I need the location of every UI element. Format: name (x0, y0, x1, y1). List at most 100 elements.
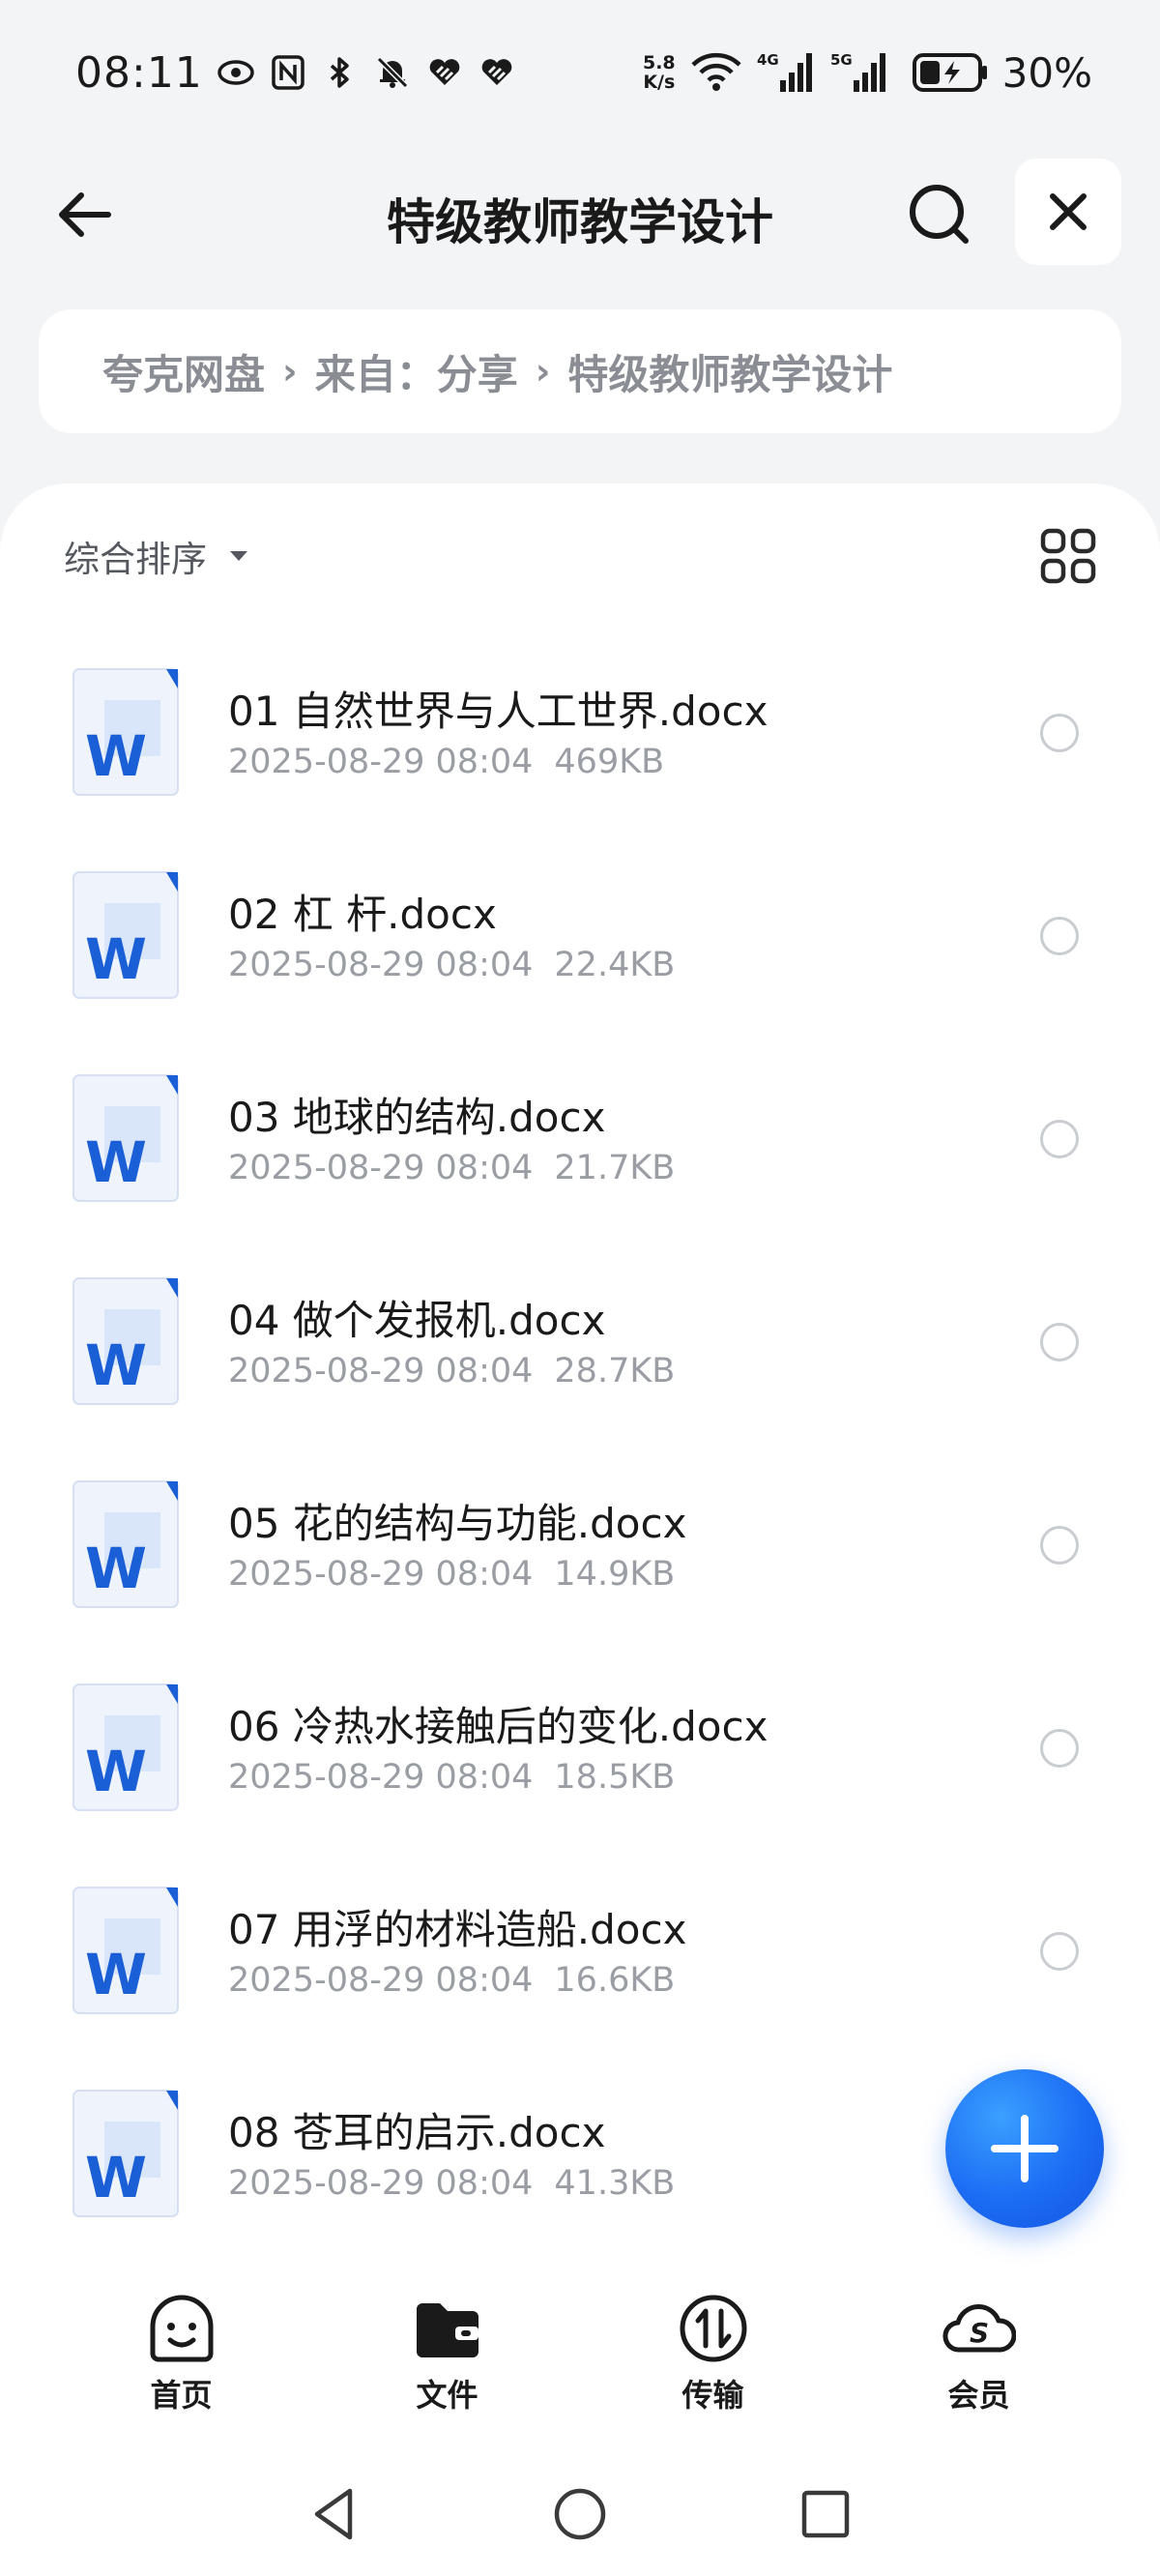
file-meta: 2025-08-29 08:04 14.9KB (228, 1555, 675, 1594)
file-meta: 2025-08-29 08:04 469KB (228, 743, 664, 781)
word-document-icon: W (72, 2090, 179, 2217)
status-left: 08:11 (75, 48, 516, 98)
file-size: 21.7KB (554, 1149, 676, 1187)
svg-text:W: W (85, 2145, 147, 2210)
file-row[interactable]: W 02 杠 杆.docx 2025-08-29 08:04 22.4KB (0, 861, 1160, 1064)
select-radio[interactable] (1040, 714, 1079, 752)
select-radio[interactable] (1040, 1729, 1079, 1768)
status-bar: 08:11 5.8 K/s 4G 5G 30% (75, 39, 1092, 106)
file-name: 03 地球的结构.docx (228, 1094, 606, 1141)
close-button[interactable] (1015, 159, 1121, 265)
file-name: 01 自然世界与人工世界.docx (228, 688, 768, 735)
file-meta: 2025-08-29 08:04 22.4KB (228, 946, 675, 984)
breadcrumb-item-current-folder[interactable]: 特级教师教学设计 (567, 342, 892, 401)
nav-label-files: 文件 (416, 2377, 478, 2414)
add-button[interactable] (945, 2069, 1104, 2228)
network-speed-value: 5.8 (642, 52, 676, 73)
battery-percent: 30% (1001, 48, 1092, 97)
file-name: 06 冷热水接触后的变化.docx (228, 1703, 768, 1750)
svg-text:S: S (970, 2317, 989, 2349)
system-recents-icon[interactable] (795, 2483, 856, 2545)
breadcrumb-item-quark-drive[interactable]: 夸克网盘 (102, 342, 265, 401)
bell-muted-icon (376, 56, 408, 89)
file-row[interactable]: W 06 冷热水接触后的变化.docx 2025-08-29 08:04 18.… (0, 1673, 1160, 1876)
select-radio[interactable] (1040, 1120, 1079, 1158)
file-date: 2025-08-29 08:04 (228, 1758, 534, 1797)
battery-charging-icon (912, 53, 987, 92)
select-radio[interactable] (1040, 1932, 1079, 1971)
file-size: 41.3KB (554, 2164, 676, 2203)
word-document-icon: W (72, 1074, 179, 1202)
nav-item-member[interactable]: S 会员 (846, 2292, 1112, 2437)
nav-label-home: 首页 (150, 2377, 213, 2414)
file-size: 16.6KB (554, 1961, 676, 2000)
folder-wallet-icon (416, 2303, 478, 2357)
file-date: 2025-08-29 08:04 (228, 1555, 534, 1594)
signal-4g-icon: 4G (757, 51, 812, 92)
file-meta: 2025-08-29 08:04 18.5KB (228, 1758, 675, 1797)
network-speed: 5.8 K/s (643, 53, 676, 92)
nav-label-transfer: 传输 (682, 2377, 744, 2414)
select-radio[interactable] (1040, 917, 1079, 955)
nav-item-home[interactable]: 首页 (48, 2292, 314, 2437)
nav-label-member: 会员 (947, 2377, 1010, 2414)
file-row[interactable]: W 01 自然世界与人工世界.docx 2025-08-29 08:04 469… (0, 658, 1160, 861)
file-size: 22.4KB (554, 946, 676, 984)
signal-5g-label: 5G (830, 51, 853, 69)
select-radio[interactable] (1040, 1526, 1079, 1565)
file-meta: 2025-08-29 08:04 28.7KB (228, 1352, 675, 1390)
grid-view-icon (1040, 528, 1096, 584)
svg-text:W: W (85, 1739, 147, 1804)
signal-4g-label: 4G (757, 51, 779, 69)
bluetooth-icon (330, 57, 349, 88)
file-meta: 2025-08-29 08:04 16.6KB (228, 1961, 675, 2000)
breadcrumb-item-shared[interactable]: 来自：分享 (315, 342, 518, 401)
word-document-icon: W (72, 1480, 179, 1608)
network-speed-unit: K/s (643, 72, 676, 93)
health-heart-icon-2 (481, 59, 512, 85)
header: 特级教师教学设计 (0, 155, 1160, 271)
file-name: 02 杠 杆.docx (228, 891, 497, 938)
svg-text:W: W (85, 1942, 147, 2007)
file-size: 469KB (554, 743, 665, 781)
breadcrumb: 夸克网盘 › 来自：分享 › 特级教师教学设计 (39, 309, 1121, 433)
word-document-icon: W (72, 1277, 179, 1405)
system-back-icon[interactable] (304, 2483, 365, 2545)
file-row[interactable]: W 05 花的结构与功能.docx 2025-08-29 08:04 14.9K… (0, 1470, 1160, 1673)
file-panel: 综合排序 W 01 自然世界与人工世界.docx 2025-08-29 08:0… (0, 483, 1160, 2576)
file-row[interactable]: W 04 做个发报机.docx 2025-08-29 08:04 28.7KB (0, 1267, 1160, 1470)
file-name: 04 做个发报机.docx (228, 1297, 606, 1344)
file-row[interactable]: W 03 地球的结构.docx 2025-08-29 08:04 21.7KB (0, 1064, 1160, 1267)
bottom-nav: 首页 文件 传输 S 会员 (0, 2292, 1160, 2437)
svg-text:W: W (85, 1332, 147, 1398)
sort-row: 综合排序 (64, 522, 1102, 590)
page-title: 特级教师教学设计 (387, 194, 773, 250)
search-button[interactable] (901, 176, 978, 253)
search-icon (910, 185, 969, 244)
chevron-right-icon: › (282, 350, 298, 393)
system-home-icon[interactable] (549, 2483, 611, 2545)
sort-dropdown[interactable]: 综合排序 (64, 530, 249, 582)
caret-down-icon (230, 551, 247, 561)
file-row[interactable]: W 07 用浮的材料造船.docx 2025-08-29 08:04 16.6K… (0, 1876, 1160, 2079)
smiley-home-icon (150, 2295, 213, 2362)
wifi-icon (691, 52, 741, 91)
grid-view-button[interactable] (1034, 522, 1102, 590)
sort-label: 综合排序 (64, 539, 207, 580)
file-name: 05 花的结构与功能.docx (228, 1500, 687, 1547)
nav-item-files[interactable]: 文件 (314, 2292, 580, 2437)
word-document-icon: W (72, 668, 179, 796)
file-date: 2025-08-29 08:04 (228, 946, 534, 984)
file-size: 18.5KB (554, 1758, 676, 1797)
nfc-icon (272, 55, 304, 90)
nav-item-transfer[interactable]: 传输 (580, 2292, 846, 2437)
eye-icon (218, 60, 254, 85)
word-document-icon: W (72, 1683, 179, 1811)
word-document-icon: W (72, 871, 179, 999)
transfer-icon (680, 2295, 746, 2362)
file-meta: 2025-08-29 08:04 41.3KB (228, 2164, 675, 2203)
svg-text:W: W (85, 723, 147, 789)
select-radio[interactable] (1040, 1323, 1079, 1361)
health-heart-icon (429, 59, 460, 85)
file-list: W 01 自然世界与人工世界.docx 2025-08-29 08:04 469… (0, 658, 1160, 2282)
